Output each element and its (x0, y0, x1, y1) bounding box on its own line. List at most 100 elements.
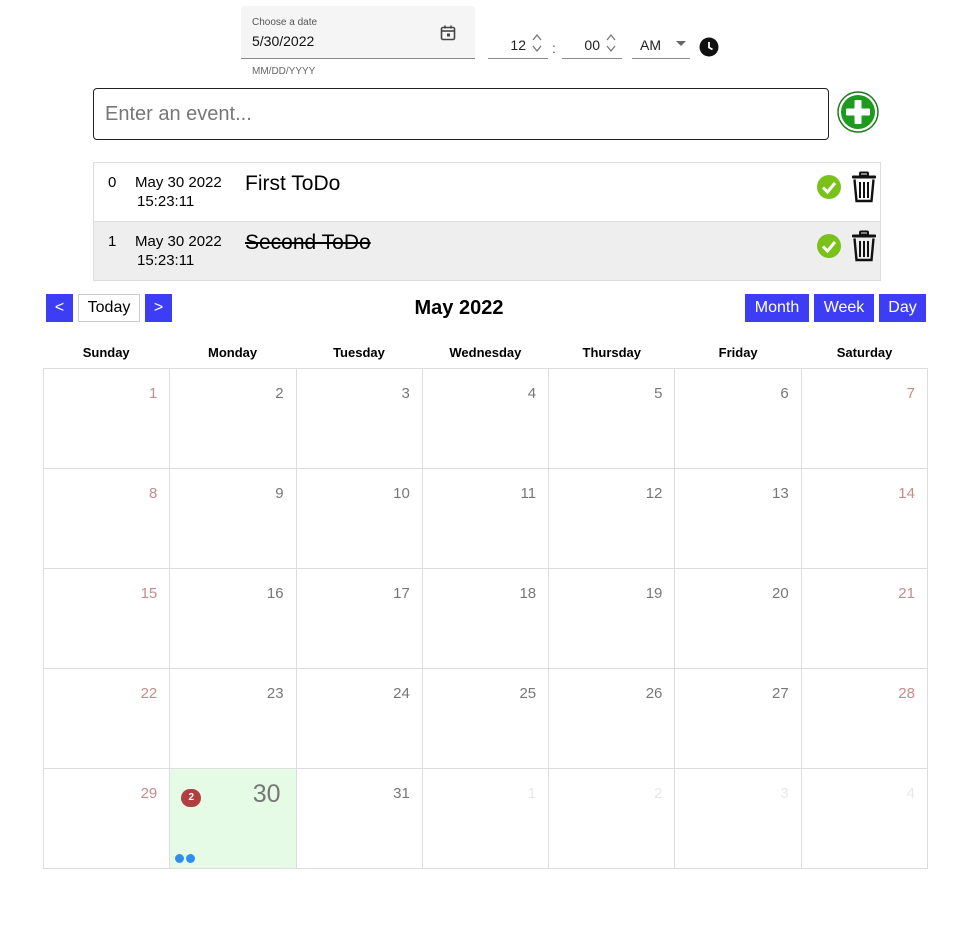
clock-icon[interactable] (699, 37, 719, 57)
calendar-day[interactable]: 6 (675, 369, 802, 469)
day-number: 23 (266, 685, 284, 702)
calendar-day[interactable]: 27 (675, 669, 802, 769)
day-number: 15 (140, 585, 158, 602)
calendar-day[interactable]: 7 (801, 369, 928, 469)
ampm-select[interactable]: AM (632, 30, 690, 59)
calendar-day[interactable]: 24 (296, 669, 423, 769)
calendar-day[interactable]: 11 (422, 469, 550, 569)
day-number: 21 (898, 585, 915, 602)
event-dot[interactable] (175, 854, 185, 863)
todo-item: 0 May 30 2022 15:23:11 First ToDo (94, 163, 880, 222)
event-count-badge: 2 (181, 789, 202, 807)
hour-value[interactable]: 12 (510, 37, 526, 53)
todo-item: 1 May 30 2022 15:23:11 Second ToDo (94, 222, 880, 280)
day-number: 3 (780, 785, 789, 802)
day-number: 16 (266, 585, 284, 602)
view-month-button[interactable]: Month (745, 294, 809, 322)
calendar-day[interactable]: 26 (549, 669, 676, 769)
view-day-button[interactable]: Day (879, 294, 926, 322)
day-number: 14 (898, 485, 915, 502)
calendar-day-other-month[interactable]: 3 (675, 769, 802, 869)
day-number: 1 (527, 785, 537, 802)
day-number: 17 (393, 585, 410, 602)
calendar-day[interactable]: 13 (675, 469, 802, 569)
day-number: 4 (906, 785, 915, 802)
weekday-label: Friday (718, 345, 758, 360)
day-number: 9 (275, 485, 284, 502)
todo-timestamp: May 30 2022 15:23:11 (135, 173, 222, 211)
calendar-grid: 1 2 3 4 5 6 7 8 9 10 11 12 13 14 15 16 17 18 19 20 21 22 23 24 2… (43, 368, 928, 869)
day-number: 5 (654, 385, 663, 402)
day-number: 27 (772, 685, 789, 702)
calendar-day[interactable]: 10 (296, 469, 423, 569)
calendar-day-today[interactable]: 30 2 (170, 769, 297, 869)
calendar-day[interactable]: 23 (170, 669, 297, 769)
calendar-day[interactable]: 29 (44, 769, 171, 869)
calendar-day[interactable]: 31 (296, 769, 423, 869)
calendar-day[interactable]: 28 (801, 669, 928, 769)
calendar-day[interactable]: 9 (170, 469, 297, 569)
event-input[interactable] (93, 88, 829, 140)
day-number: 25 (519, 685, 537, 702)
trash-icon[interactable] (850, 230, 878, 262)
todo-time: 15:23:11 (137, 252, 195, 269)
time-separator: : (552, 40, 556, 56)
hour-stepper[interactable]: 12 (488, 30, 548, 59)
day-number: 13 (772, 485, 789, 502)
weekday-label: Saturday (836, 345, 893, 360)
todo-text: First ToDo (245, 172, 341, 195)
weekday-label: Sunday (82, 345, 130, 360)
complete-check-icon[interactable] (816, 174, 842, 200)
day-number: 8 (148, 485, 158, 502)
calendar-day[interactable]: 5 (549, 369, 676, 469)
day-number: 18 (519, 585, 537, 602)
date-picker-value[interactable]: 5/30/2022 (252, 33, 314, 49)
calendar-day[interactable]: 2 (170, 369, 297, 469)
calendar-day[interactable]: 15 (44, 569, 171, 669)
calendar-icon[interactable] (440, 25, 456, 41)
date-picker-field[interactable]: Choose a date 5/30/2022 (241, 6, 475, 59)
calendar-day[interactable]: 19 (549, 569, 676, 669)
day-number: 19 (645, 585, 663, 602)
spinner-arrows-icon[interactable] (530, 32, 544, 54)
todo-list: 0 May 30 2022 15:23:11 First ToDo 1 May … (93, 162, 881, 281)
caret-down-icon (676, 41, 686, 46)
calendar-day[interactable]: 14 (801, 469, 928, 569)
calendar-day[interactable]: 21 (801, 569, 928, 669)
calendar-day[interactable]: 4 (422, 369, 550, 469)
calendar-day-other-month[interactable]: 1 (422, 769, 550, 869)
calendar-day[interactable]: 12 (549, 469, 676, 569)
month-calendar: Sunday Monday Tuesday Wednesday Thursday… (43, 343, 928, 869)
calendar-day[interactable]: 18 (422, 569, 550, 669)
day-number: 22 (140, 685, 158, 702)
complete-check-icon[interactable] (816, 233, 842, 259)
date-format-helper: MM/DD/YYYY (252, 66, 316, 77)
calendar-day-other-month[interactable]: 2 (549, 769, 676, 869)
date-picker-label: Choose a date (252, 17, 318, 28)
calendar-week: 8 9 10 11 12 13 14 (44, 469, 928, 569)
calendar-day[interactable]: 20 (675, 569, 802, 669)
day-number: 4 (527, 385, 537, 402)
minute-value[interactable]: 00 (584, 37, 600, 53)
calendar-day[interactable]: 3 (296, 369, 423, 469)
calendar-day[interactable]: 17 (296, 569, 423, 669)
add-event-button[interactable] (837, 91, 879, 133)
spinner-arrows-icon[interactable] (604, 32, 618, 54)
calendar-day-other-month[interactable]: 4 (801, 769, 928, 869)
day-number: 11 (520, 485, 537, 502)
calendar-day[interactable]: 16 (170, 569, 297, 669)
calendar-week: 22 23 24 25 26 27 28 (44, 669, 928, 769)
calendar-day[interactable]: 1 (44, 369, 171, 469)
trash-icon[interactable] (850, 171, 878, 203)
minute-stepper[interactable]: 00 (562, 30, 622, 59)
view-week-button[interactable]: Week (814, 294, 874, 322)
calendar-day[interactable]: 25 (422, 669, 550, 769)
event-dots (175, 854, 196, 863)
day-number: 6 (780, 385, 789, 402)
calendar-week: 1 2 3 4 5 6 7 (44, 369, 928, 469)
calendar-day[interactable]: 22 (44, 669, 171, 769)
ampm-value: AM (640, 37, 661, 53)
day-number: 29 (140, 785, 158, 802)
calendar-day[interactable]: 8 (44, 469, 171, 569)
event-dot[interactable] (186, 854, 196, 863)
